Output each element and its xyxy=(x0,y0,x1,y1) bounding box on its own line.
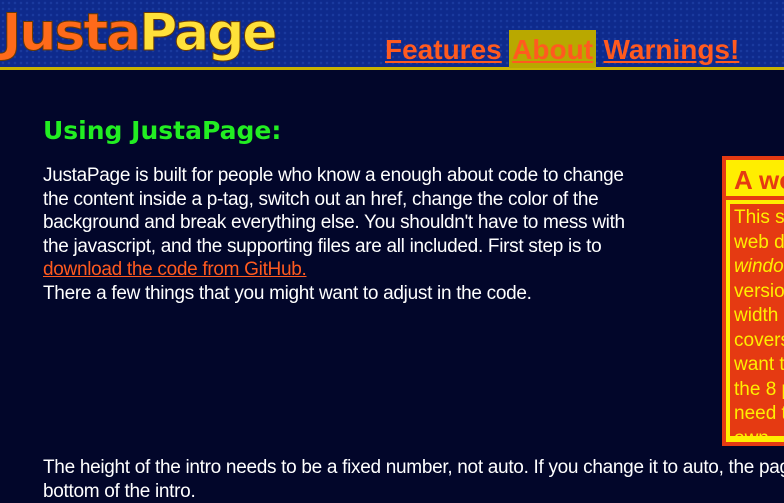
nav-link-warnings[interactable]: Warnings! xyxy=(600,30,742,68)
warning-line: web de xyxy=(734,231,784,253)
warning-line: covers xyxy=(734,329,784,351)
nav-link-about[interactable]: About xyxy=(509,30,597,68)
site-header: JustaPage Features About Warnings! xyxy=(0,0,784,70)
bottom-line-2: bottom of the intro. xyxy=(43,480,196,502)
warning-line: version xyxy=(734,280,784,302)
intro-section: Using JustaPage: JustaPage is built for … xyxy=(43,112,643,305)
warning-line: windo xyxy=(734,256,784,277)
nav-link-features[interactable]: Features xyxy=(382,30,505,68)
warning-line: own. xyxy=(734,427,784,437)
logo-part-2: Page xyxy=(139,3,278,64)
site-logo[interactable]: JustaPage xyxy=(1,0,278,70)
warning-line: want to xyxy=(734,354,784,375)
intro-text: JustaPage is built for people who know a… xyxy=(43,165,625,257)
main-nav: Features About Warnings! xyxy=(382,30,742,68)
warning-line: the 8 p xyxy=(734,378,784,400)
github-download-link[interactable]: download the code from GitHub. xyxy=(43,259,307,280)
section-heading: Using JustaPage: xyxy=(43,116,282,145)
warning-body: This si web de windo version width l covers wa… xyxy=(730,204,784,436)
warning-box: A wo This si web de windo version width l cov… xyxy=(722,156,784,446)
warning-line: need to xyxy=(734,403,784,424)
bottom-line-1: The height of the intro needs to be a fi… xyxy=(43,457,784,478)
warning-line: width l xyxy=(734,305,784,326)
intro-paragraph: JustaPage is built for people who know a… xyxy=(43,164,643,305)
adjust-note: There a few things that you might want t… xyxy=(43,282,532,304)
warning-line: This si xyxy=(734,207,784,228)
intro-height-paragraph: The height of the intro needs to be a fi… xyxy=(43,456,784,503)
warning-title: A wo xyxy=(726,160,784,200)
logo-part-1: Justa xyxy=(1,3,141,64)
